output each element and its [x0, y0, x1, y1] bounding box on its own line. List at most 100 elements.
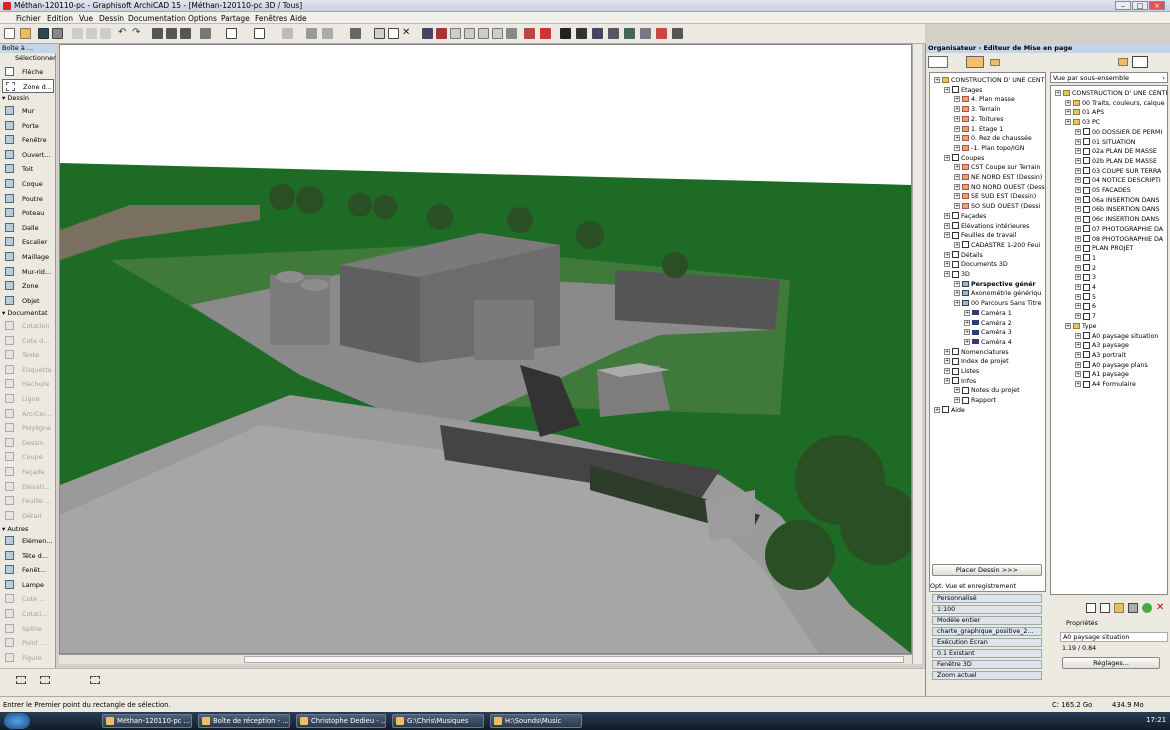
expand-icon[interactable]: + [1075, 284, 1081, 290]
tree-node[interactable]: + Type [1065, 322, 1096, 331]
menu-fenetres[interactable]: Fenêtres [255, 14, 287, 23]
expand-icon[interactable]: + [1065, 119, 1071, 126]
refresh-icon[interactable] [1142, 603, 1152, 613]
tree-node[interactable]: +5 [1075, 293, 1096, 302]
tool-doc-1[interactable]: Cote d... [2, 334, 54, 348]
tool-dessin-7[interactable]: Poteau [2, 206, 54, 220]
publish-icon[interactable] [672, 28, 683, 39]
menu-partage[interactable]: Partage [221, 14, 250, 23]
tool-doc-7[interactable]: Polyligne [2, 421, 54, 435]
tree-node[interactable]: + Perspective génér [954, 280, 1036, 289]
tool-doc-2[interactable]: Texte [2, 348, 54, 362]
tree-node[interactable]: +03 PC [1065, 118, 1100, 127]
expand-icon[interactable]: + [954, 115, 960, 122]
tree-node[interactable]: +1 [1075, 254, 1096, 263]
rectangle-select-icon[interactable] [16, 676, 26, 684]
pen-set-icon[interactable] [350, 28, 361, 39]
taskbar-item-mail[interactable]: Boîte de réception - ... [198, 714, 290, 728]
section-dessin[interactable]: ▾ Dessin [2, 94, 54, 103]
menu-options[interactable]: Options [188, 14, 217, 23]
expand-icon[interactable]: + [944, 368, 950, 374]
taskbar-item-folder-music[interactable]: G:\Chris\Musiques [392, 714, 484, 728]
layer-combo-icon[interactable] [322, 28, 333, 39]
cut-plane-icon[interactable] [576, 28, 587, 39]
model-view-icon[interactable] [592, 28, 603, 39]
expand-icon[interactable]: + [954, 144, 960, 151]
fillet-icon[interactable] [478, 28, 489, 39]
view-map-tree[interactable]: + CONSTRUCTION D' UNE CENTR + Etages +4. Pla… [929, 72, 1046, 592]
tree-node[interactable]: +00 Parcours Sans Titre [954, 299, 1041, 308]
view-option-6[interactable]: Fenêtre 3D [932, 660, 1042, 669]
expand-icon[interactable]: + [954, 300, 960, 307]
tool-autres-5[interactable]: Cotati... [2, 607, 54, 621]
tree-node[interactable]: +02b PLAN DE MASSE [1075, 157, 1157, 166]
tree-node[interactable]: + SO SUD OUEST (Dessi [954, 202, 1040, 211]
expand-icon[interactable]: + [1075, 371, 1081, 378]
expand-icon[interactable]: + [964, 329, 970, 336]
tool-dessin-6[interactable]: Poutre [2, 192, 54, 206]
tool-dessin-5[interactable]: Coque [2, 177, 54, 191]
expand-icon[interactable]: + [954, 203, 960, 210]
tree-node[interactable]: +2 [1075, 264, 1096, 273]
tree-node[interactable]: + Rapport [954, 396, 996, 405]
tree-node[interactable]: + Infos [944, 377, 976, 386]
tree-node[interactable]: +07 PHOTOGRAPHIE DA [1075, 225, 1163, 234]
paste-icon[interactable] [100, 28, 111, 39]
horizontal-scrollbar[interactable] [244, 656, 904, 663]
tool-doc-5[interactable]: Ligne [2, 392, 54, 406]
tree-node[interactable]: + Caméra 2 [964, 319, 1012, 328]
expand-icon[interactable]: + [1075, 138, 1081, 145]
expand-icon[interactable]: + [954, 135, 960, 142]
grid-icon[interactable] [282, 28, 293, 39]
tree-node[interactable]: +4 [1075, 283, 1096, 292]
tree-node[interactable]: +08 PHOTOGRAPHIE DA [1075, 235, 1163, 244]
tool-autres-4[interactable]: Cote ... [2, 592, 54, 606]
viewport-navigation-bar[interactable] [59, 654, 912, 664]
expand-icon[interactable]: + [1075, 128, 1081, 135]
tree-node[interactable]: + A0 paysage plans [1075, 361, 1148, 370]
trim-icon[interactable] [450, 28, 461, 39]
expand-icon[interactable]: + [1075, 351, 1081, 358]
expand-icon[interactable]: + [944, 222, 950, 229]
expand-icon[interactable]: + [944, 261, 950, 268]
tool-doc-3[interactable]: Etiquette [2, 363, 54, 377]
tree-node[interactable]: + Détails [944, 251, 983, 260]
tool-autres-0[interactable]: Elémen... [2, 534, 54, 548]
split-icon[interactable] [464, 28, 475, 39]
tree-node[interactable]: + Façades [944, 212, 986, 221]
teamwork-icon[interactable] [656, 28, 667, 39]
tool-autres-8[interactable]: Figure [2, 651, 54, 665]
tool-doc-12[interactable]: Feuille ... [2, 494, 54, 508]
project-map-tab[interactable] [928, 56, 948, 68]
menu-edition[interactable]: Edition [47, 14, 73, 23]
expand-icon[interactable]: + [944, 86, 950, 93]
view-option-4[interactable]: Exécution Ecran [932, 638, 1042, 647]
tool-doc-6[interactable]: Arc/Cer... [2, 407, 54, 421]
menu-documentation[interactable]: Documentation [128, 14, 186, 23]
tool-dessin-10[interactable]: Maillage [2, 250, 54, 264]
clock[interactable]: 17:21 [1146, 716, 1166, 724]
tool-autres-1[interactable]: Tête d... [2, 549, 54, 563]
pin-icon[interactable] [560, 28, 571, 39]
tool-dessin-12[interactable]: Zone [2, 279, 54, 293]
copy-icon[interactable] [86, 28, 97, 39]
save-icon[interactable] [38, 28, 49, 39]
move-icon[interactable] [1128, 603, 1138, 613]
expand-icon[interactable]: + [954, 183, 960, 190]
section-autres[interactable]: ▾ Autres [2, 525, 54, 534]
tool-doc-0[interactable]: Cotation [2, 319, 54, 333]
tree-node[interactable]: + CADASTRE 1-200 Feui [954, 241, 1040, 250]
tool-autres-2[interactable]: Fenêt... [2, 563, 54, 577]
expand-icon[interactable]: + [944, 212, 950, 219]
tool-zone-select[interactable]: Zone d... [2, 79, 54, 93]
expand-icon[interactable]: + [934, 406, 940, 413]
tree-node[interactable]: +00 Traits, couleurs, calque [1065, 99, 1165, 108]
expand-icon[interactable]: + [964, 309, 970, 316]
print-icon[interactable] [52, 28, 63, 39]
expand-icon[interactable]: + [954, 280, 960, 287]
tree-node[interactable]: +06a INSERTION DANS [1075, 196, 1159, 205]
tree-node[interactable]: + Listes [944, 367, 979, 376]
lock-icon[interactable] [624, 28, 635, 39]
expand-icon[interactable]: + [1075, 206, 1081, 213]
guide-icon[interactable] [226, 28, 237, 39]
